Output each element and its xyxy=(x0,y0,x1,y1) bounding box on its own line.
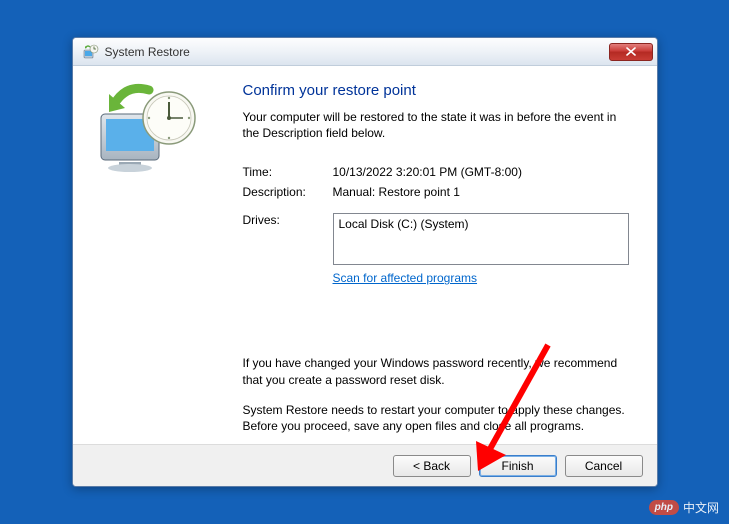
drives-row: Drives: Local Disk (C:) (System) xyxy=(243,213,629,265)
password-note: If you have changed your Windows passwor… xyxy=(243,355,629,387)
drives-list-item: Local Disk (C:) (System) xyxy=(339,217,623,231)
description-row: Description: Manual: Restore point 1 xyxy=(243,185,629,199)
watermark: php 中文网 xyxy=(649,499,719,516)
drives-label: Drives: xyxy=(243,213,333,265)
close-icon xyxy=(626,47,636,56)
time-value: 10/13/2022 3:20:01 PM (GMT-8:00) xyxy=(333,165,629,179)
main-panel: Confirm your restore point Your computer… xyxy=(243,74,657,444)
back-button[interactable]: < Back xyxy=(393,455,471,477)
watermark-text: 中文网 xyxy=(683,499,719,516)
watermark-badge: php xyxy=(649,500,679,515)
system-restore-window: System Restore xyxy=(72,37,658,487)
restart-note: System Restore needs to restart your com… xyxy=(243,402,629,434)
system-restore-icon xyxy=(83,44,99,60)
description-label: Description: xyxy=(243,185,333,199)
drives-list[interactable]: Local Disk (C:) (System) xyxy=(333,213,629,265)
content-area: Confirm your restore point Your computer… xyxy=(73,66,657,444)
page-title: Confirm your restore point xyxy=(243,82,629,99)
sidebar xyxy=(73,74,243,444)
scan-affected-programs-link[interactable]: Scan for affected programs xyxy=(333,271,478,285)
scan-link-row: Scan for affected programs xyxy=(243,271,629,285)
finish-button[interactable]: Finish xyxy=(479,455,557,477)
intro-text: Your computer will be restored to the st… xyxy=(243,109,629,141)
close-button[interactable] xyxy=(609,43,653,61)
footer: < Back Finish Cancel xyxy=(73,444,657,486)
time-label: Time: xyxy=(243,165,333,179)
description-value: Manual: Restore point 1 xyxy=(333,185,629,199)
time-row: Time: 10/13/2022 3:20:01 PM (GMT-8:00) xyxy=(243,165,629,179)
system-restore-illustration-icon xyxy=(91,82,211,182)
cancel-button[interactable]: Cancel xyxy=(565,455,643,477)
window-title: System Restore xyxy=(105,45,609,59)
titlebar[interactable]: System Restore xyxy=(73,38,657,66)
